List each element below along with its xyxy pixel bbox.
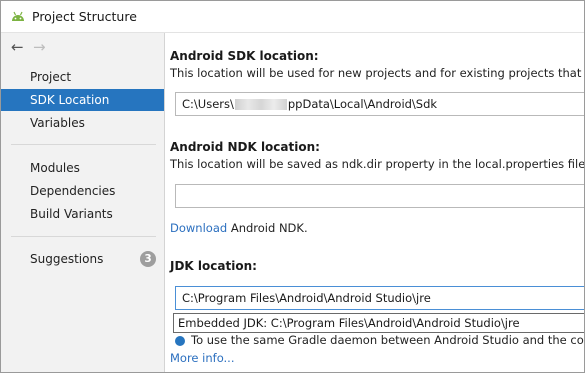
sidebar-item-label: Modules [30,161,80,175]
sidebar-item-label: Dependencies [30,184,116,198]
jdk-heading: JDK location: [170,259,257,273]
project-structure-dialog: Project Structure ← → Project SDK Locatio… [0,0,585,373]
sidebar-divider [11,236,156,237]
suggestions-count-badge: 3 [140,251,156,267]
more-info-line: More info... [170,351,235,365]
sidebar-item-dependencies[interactable]: Dependencies [1,180,164,202]
sidebar-item-label: Build Variants [30,207,113,221]
more-info-link[interactable]: More info... [170,351,235,365]
sidebar-item-suggestions[interactable]: Suggestions 3 [1,248,164,270]
android-sdk-heading: Android SDK location: [170,49,319,63]
sidebar-item-variables[interactable]: Variables [1,112,164,134]
sidebar-item-project[interactable]: Project [1,66,164,88]
forward-arrow-icon[interactable]: → [33,38,55,56]
download-ndk-line: Download Android NDK. [170,221,308,235]
android-icon [12,11,24,21]
radio-selected-icon[interactable] [175,335,185,346]
redacted-username [234,99,287,110]
embedded-jdk-option[interactable]: Embedded JDK: C:\Program Files\Android\A… [178,316,520,330]
sidebar-item-label: SDK Location [30,93,110,107]
sidebar: ← → Project SDK Location Variables Module… [1,33,165,372]
gradle-daemon-option[interactable]: To use the same Gradle daemon between An… [175,333,584,347]
sidebar-item-modules[interactable]: Modules [1,157,164,179]
sidebar-item-build-variants[interactable]: Build Variants [1,203,164,225]
download-ndk-text: Android NDK. [227,221,308,235]
sdk-location-panel: Android SDK location: This location will… [165,33,584,372]
sidebar-item-label: Project [30,70,72,84]
sdk-path-suffix: ppData\Local\Android\Sdk [287,97,438,111]
title-bar: Project Structure [1,1,584,33]
android-sdk-path-field[interactable]: C:\Users\ ppData\Local\Android\Sdk [175,92,584,116]
sdk-path-prefix: C:\Users\ [182,97,234,111]
sidebar-item-label: Variables [30,116,85,130]
jdk-path-field[interactable]: C:\Program Files\Android\Android Studio\… [175,286,584,310]
android-ndk-path-field[interactable] [175,184,584,208]
sidebar-item-sdk-location[interactable]: SDK Location [1,89,164,111]
android-ndk-description: This location will be saved as ndk.dir p… [170,157,584,171]
nav-arrows: ← → [11,38,55,56]
sidebar-divider [11,144,156,145]
back-arrow-icon[interactable]: ← [11,38,33,56]
sidebar-item-label: Suggestions [30,252,104,266]
android-sdk-description: This location will be used for new proje… [170,66,584,80]
gradle-daemon-text: To use the same Gradle daemon between An… [191,333,584,347]
android-ndk-heading: Android NDK location: [170,140,320,154]
jdk-suggestion-popup[interactable]: Embedded JDK: C:\Program Files\Android\A… [173,313,584,333]
window-title: Project Structure [32,9,137,24]
download-ndk-link[interactable]: Download [170,221,227,235]
